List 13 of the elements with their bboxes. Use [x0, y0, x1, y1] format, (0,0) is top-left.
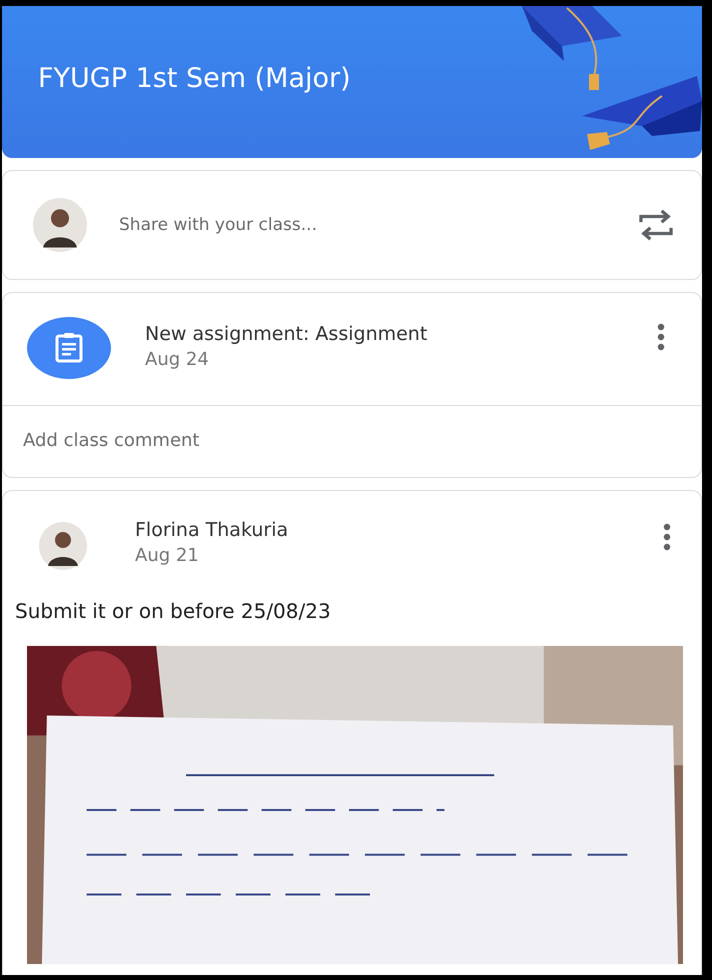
- share-field[interactable]: Share with your class...: [117, 214, 607, 236]
- comment-field[interactable]: Add class comment: [2, 405, 702, 478]
- post-date: Aug 21: [135, 545, 199, 566]
- author-name: Florina Thakuria: [135, 519, 288, 541]
- more-icon[interactable]: [663, 523, 671, 551]
- post-date: Aug 24: [145, 349, 209, 370]
- avatar: [33, 195, 87, 255]
- more-icon[interactable]: [657, 323, 665, 351]
- post-text: Submit it or on before 25/08/23: [14, 598, 332, 625]
- repost-icon[interactable]: [637, 209, 675, 241]
- assignment-icon: [27, 317, 111, 379]
- assignment-title[interactable]: New assignment: Assignment: [145, 323, 428, 345]
- class-title: FYUGP 1st Sem (Major): [37, 62, 351, 94]
